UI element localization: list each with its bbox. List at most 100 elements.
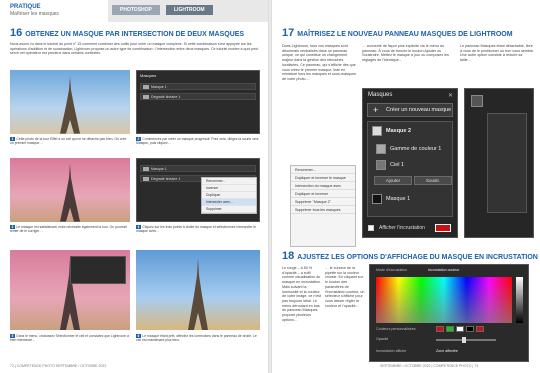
text-column-3: Le panneau Masques étant détachable, lib… xyxy=(460,44,534,63)
add-button[interactable]: Ajouter xyxy=(374,176,412,185)
swatch-red[interactable] xyxy=(436,326,444,332)
caption-text: Le masque étant prêt, affectez les corre… xyxy=(136,334,257,343)
add-label: Ajouter xyxy=(385,178,401,183)
mask-2-group[interactable]: Masque 2 Gamme de couleur 1 Ciel 1 Ajout… xyxy=(367,121,453,217)
mask-label: Dégradé linéaire 1 xyxy=(151,177,181,181)
step-title: AJUSTEZ LES OPTIONS D'AFFICHAGE DU MASQU… xyxy=(297,254,538,261)
overlay-toggle[interactable]: Afficher l'incrustation xyxy=(367,222,453,234)
opacity-handle[interactable] xyxy=(462,337,466,343)
caption-5: 5 Dans le menu, choisissez Sélectionner l… xyxy=(10,334,130,342)
caption-6: 6 Le masque étant prêt, affectez les corr… xyxy=(136,334,260,342)
masques-panel-narrow xyxy=(464,88,534,238)
overlay-color-swatch[interactable] xyxy=(435,224,451,232)
overlay-display-label: Incrustation affiche xyxy=(376,349,407,353)
intro-text: Nous avons vu dans le tutoriel du point … xyxy=(10,42,259,56)
menu-item[interactable]: Supprimer "Masque 2" xyxy=(291,198,355,206)
section-17-title: 17 MAÎTRISEZ LE NOUVEAU PANNEAU MASQUES D… xyxy=(282,27,513,39)
gradient-icon xyxy=(143,177,149,181)
color-range-label[interactable]: Gamme de couleur 1 xyxy=(390,146,441,152)
text-column-4: Le rouge – à 50 % d'opacité – a suffi co… xyxy=(282,266,322,322)
section-subtitle: Maîtriser les masques xyxy=(10,11,59,17)
swatch-green[interactable] xyxy=(446,326,454,332)
sky-label[interactable]: Ciel 1 xyxy=(390,162,404,168)
swatch-selected[interactable] xyxy=(476,326,484,332)
subtract-button[interactable]: Soustr. xyxy=(414,176,452,185)
footer-right: SEPTEMBRE / OCTOBRE 2022 | COMPÉTENCE PH… xyxy=(380,364,479,368)
subtract-label: Soustr. xyxy=(425,178,440,183)
header-tabs: PHOTOSHOP LIGHTROOM xyxy=(108,0,268,22)
menu-item[interactable]: Renommer... xyxy=(291,166,355,174)
mode-dropdown[interactable]: Incrustation couleur xyxy=(428,268,459,272)
menu-item[interactable]: Supprimer xyxy=(202,206,256,213)
brightness-slider[interactable] xyxy=(516,277,523,323)
overlay-display-value[interactable]: Zone affectée xyxy=(436,349,458,353)
caption-2: 2 Commencez par créer un masque progressi… xyxy=(136,137,260,145)
step-title: MAÎTRISEZ LE NOUVEAU PANNEAU MASQUES DE … xyxy=(297,31,513,38)
caption-3: 3 Le masque est satisfaisant, mais nécess… xyxy=(10,225,130,233)
eiffel-photo-2 xyxy=(10,158,130,222)
step-number: 16 xyxy=(10,27,23,39)
create-mask-label: Créer un nouveau masque xyxy=(386,107,452,113)
eiffel-photo-3 xyxy=(10,250,130,330)
color-range-icon xyxy=(376,144,386,154)
create-mask-icon[interactable] xyxy=(471,95,483,107)
page-header: PRATIQUE Maîtriser les masques PHOTOSHOP… xyxy=(0,0,268,22)
mask-row[interactable]: Masque 1 xyxy=(140,83,256,90)
swatch-black[interactable] xyxy=(466,326,474,332)
text-column-5: … le curseur de la pipette sur la couleu… xyxy=(325,266,365,308)
menu-item-intersect[interactable]: Intersecter avec... xyxy=(202,199,256,206)
section-18-title: 18 AJUSTEZ LES OPTIONS D'AFFICHAGE DU MAS… xyxy=(282,250,538,262)
context-menu: Renommer... Inverser Dupliquer Intersect… xyxy=(201,177,257,214)
create-mask-button[interactable]: + Créer un nouveau masque xyxy=(367,103,453,117)
mode-label: Mode d'incrustation xyxy=(376,268,408,272)
mask-2-label: Masque 2 xyxy=(386,128,412,134)
step-title: OBTENEZ UN MASQUE PAR INTERSECTION DE DE… xyxy=(25,31,245,38)
mask-row[interactable]: Masque 1 xyxy=(140,165,256,172)
overlay-label: Afficher l'incrustation xyxy=(379,225,425,231)
gradient-icon xyxy=(143,95,149,99)
left-page: PRATIQUE Maîtriser les masques PHOTOSHOP… xyxy=(0,0,268,373)
checkbox[interactable] xyxy=(368,225,374,231)
eiffel-tower-icon xyxy=(188,258,208,330)
mask-thumb-icon xyxy=(143,167,149,171)
mini-masques-panel xyxy=(70,256,126,284)
caption-text: Cette photo de la tour Eiffel a un ciel … xyxy=(10,137,127,146)
caption-text: Cliquez sur les trois points à droite du… xyxy=(136,225,257,234)
eiffel-photo-4 xyxy=(136,250,260,330)
caption-text: Le masque est satisfaisant, mais nécessi… xyxy=(10,225,127,234)
caption-1: 1 Cette photo de la tour Eiffel a un ciel… xyxy=(10,137,130,145)
mask-thumb-icon xyxy=(372,126,382,136)
masques-panel-1: Masques Masque 1 Dégradé linéaire 1 xyxy=(136,70,260,134)
masques-panel-2: Masque 1 Dégradé linéaire 1 Renommer... … xyxy=(136,158,260,222)
footer-left: 72 | COMPÉTENCE PHOTO SEPTEMBRE / OCTOBR… xyxy=(10,364,107,368)
menu-item[interactable]: Renommer... xyxy=(202,178,256,185)
menu-item[interactable]: Dupliquer xyxy=(202,192,256,199)
eiffel-tower-icon xyxy=(60,164,80,222)
eiffel-photo-1 xyxy=(10,70,130,134)
mask-thumb-icon xyxy=(143,85,149,89)
mask-label: Dégradé linéaire 1 xyxy=(151,95,181,99)
menu-item[interactable]: Intersection du masque avec xyxy=(291,182,355,190)
close-icon[interactable]: ✕ xyxy=(448,92,453,99)
swatch-white[interactable] xyxy=(456,326,464,332)
text-column-2: … connecté de façon plus explicite via l… xyxy=(362,44,449,63)
menu-item[interactable]: Dupliquer et inverser le masque xyxy=(291,174,355,182)
menu-item[interactable]: Inverser xyxy=(202,185,256,192)
menu-item[interactable]: Dupliquer et inverser xyxy=(291,190,355,198)
color-spectrum[interactable] xyxy=(376,277,512,323)
section-title: PRATIQUE xyxy=(10,4,41,10)
custom-colors-label: Couleurs personnalisées xyxy=(376,327,416,331)
section-label: PRATIQUE Maîtriser les masques xyxy=(0,0,108,22)
opacity-slider[interactable] xyxy=(436,339,496,341)
mask-label: Masque 1 xyxy=(151,85,167,89)
panel-title: Masques xyxy=(140,73,157,78)
tab-photoshop: PHOTOSHOP xyxy=(112,5,160,15)
caption-4: 4 Cliquez sur les trois points à droite d… xyxy=(136,225,260,233)
overlay-color-panel: Mode d'incrustation Incrustation couleur… xyxy=(369,264,529,362)
menu-item[interactable]: Supprimer tous les masques xyxy=(291,206,355,214)
mask-row[interactable]: Dégradé linéaire 1 xyxy=(140,93,256,100)
text-column-1: Dans Lightroom, tous vos masques sont dé… xyxy=(282,44,356,81)
sky-icon xyxy=(376,160,386,170)
masques-panel-large: Masques ✕ + Créer un nouveau masque Masqu… xyxy=(362,88,458,238)
mask-1-label[interactable]: Masque 1 xyxy=(386,196,410,202)
